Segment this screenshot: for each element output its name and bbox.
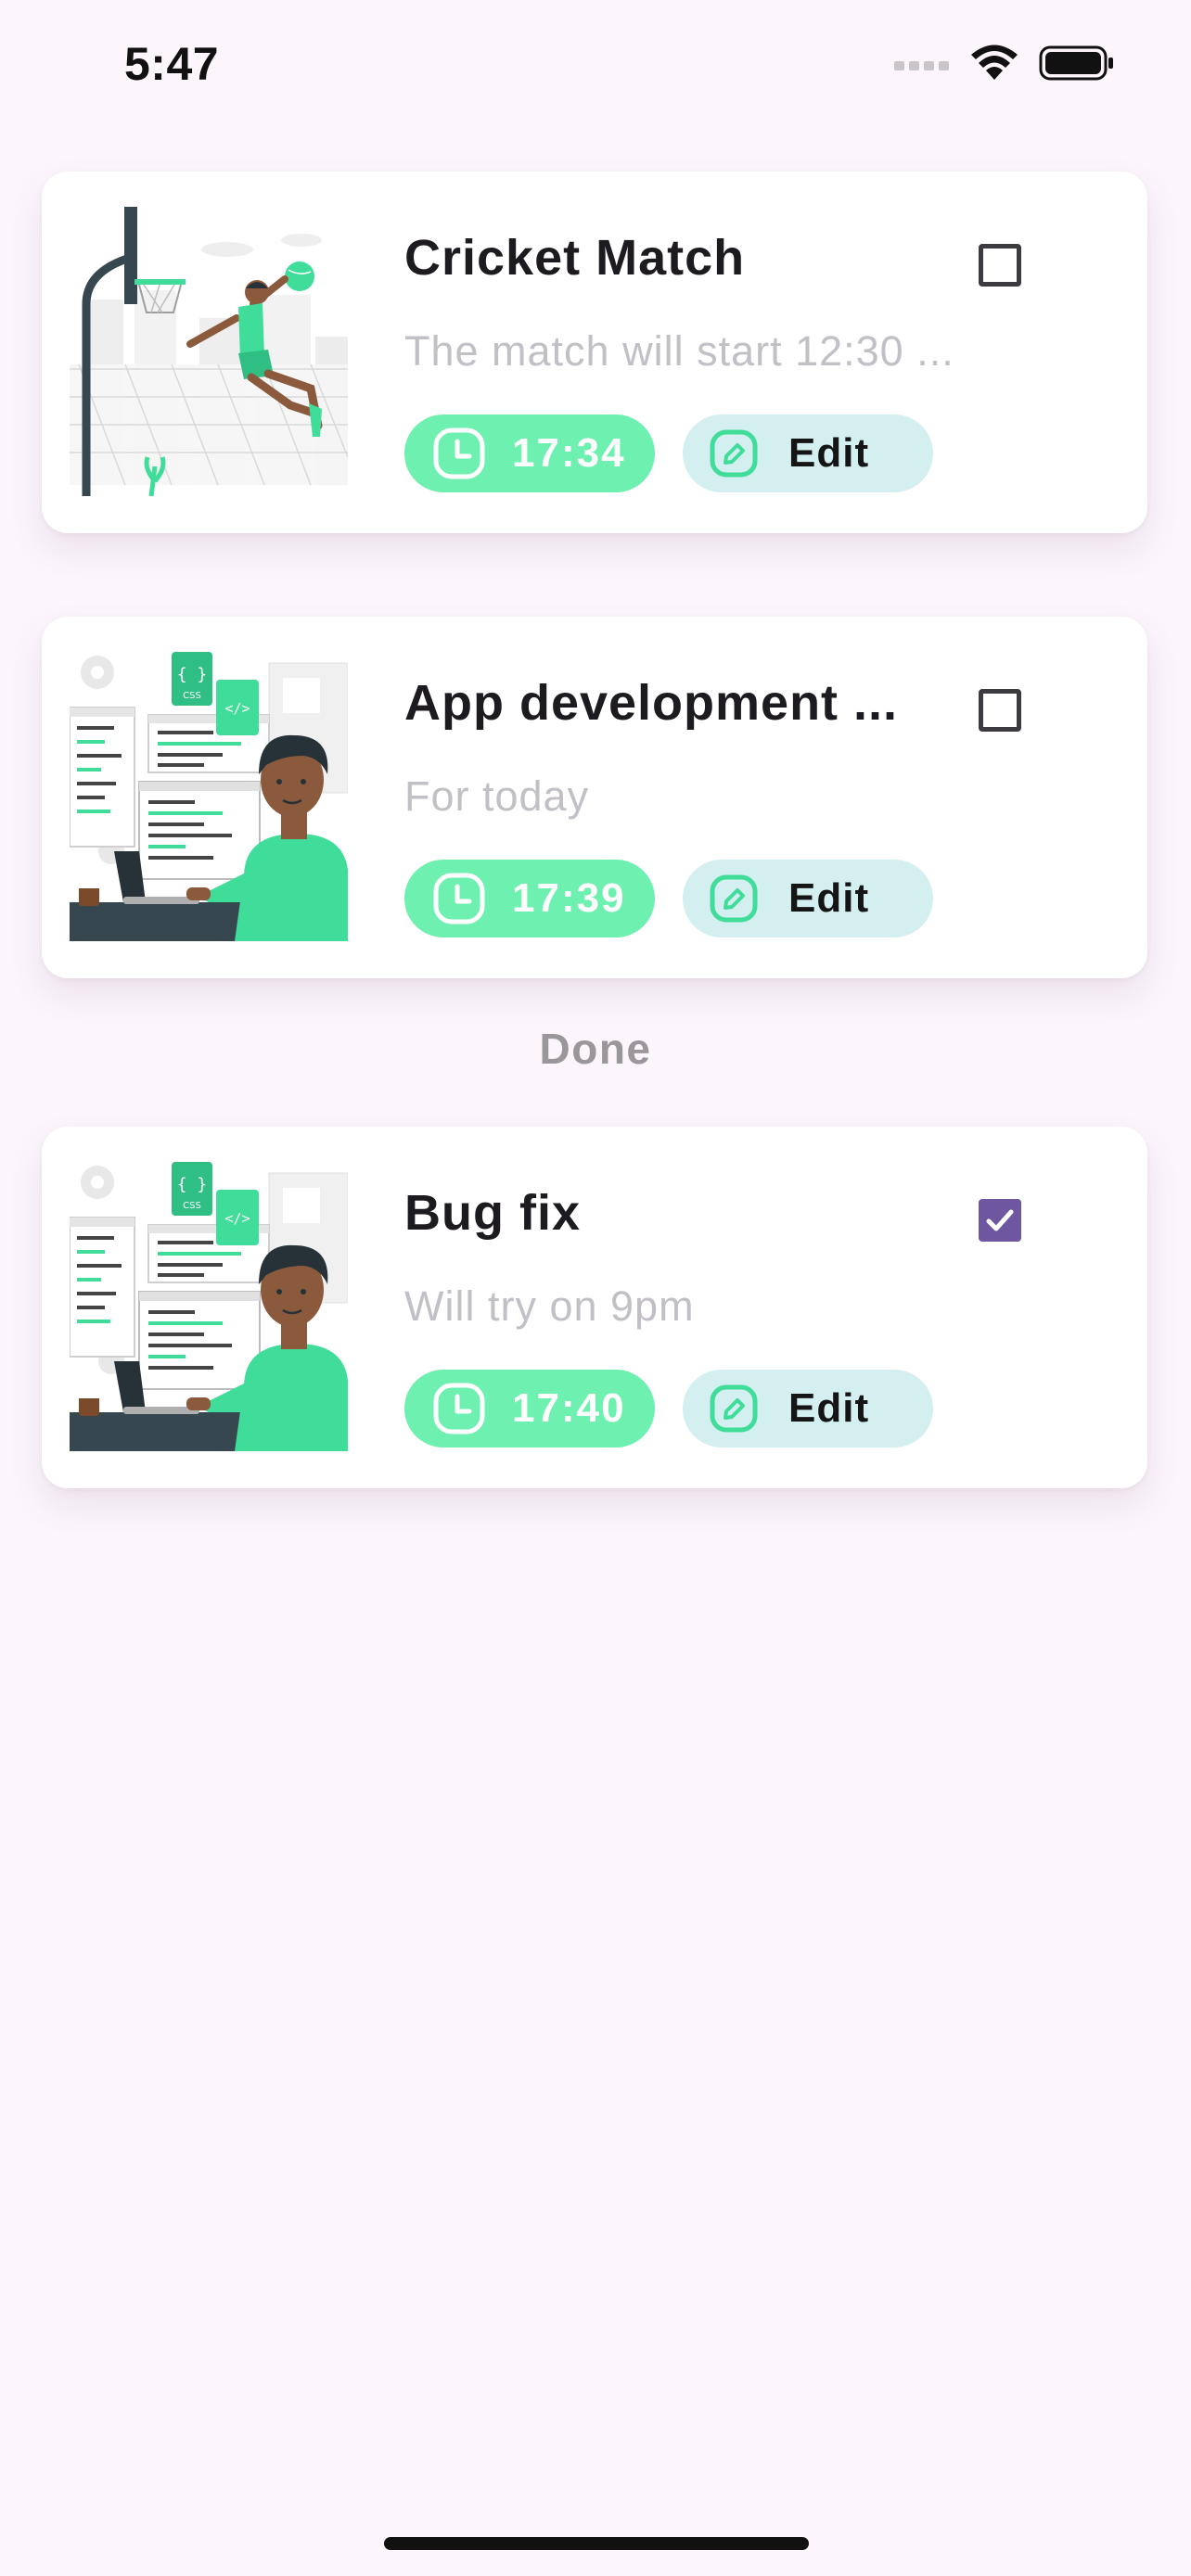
- task-card[interactable]: Bug fix Will try on 9pm 17:40 Edit: [42, 1127, 1147, 1488]
- task-checkbox-checked[interactable]: [979, 1199, 1021, 1242]
- edit-button-label: Edit: [788, 430, 870, 476]
- task-description: For today: [404, 772, 590, 820]
- time-chip-label: 17:39: [512, 875, 626, 921]
- time-chip-label: 17:34: [512, 430, 626, 476]
- edit-icon: [710, 874, 758, 923]
- time-chip-label: 17:40: [512, 1385, 626, 1431]
- task-checkbox[interactable]: [979, 689, 1021, 732]
- status-bar: 5:47: [0, 0, 1191, 130]
- task-title: App development ...: [404, 675, 899, 731]
- time-chip[interactable]: 17:34: [404, 414, 655, 492]
- task-title: Bug fix: [404, 1185, 581, 1241]
- developer-at-laptop-illustration: [70, 652, 348, 941]
- task-checkbox[interactable]: [979, 244, 1021, 287]
- basketball-player-illustration: [70, 207, 348, 496]
- edit-button[interactable]: Edit: [683, 1370, 933, 1447]
- done-section-header: Done: [539, 1025, 652, 1073]
- edit-icon: [710, 429, 758, 478]
- task-card[interactable]: Cricket Match The match will start 12:30…: [42, 172, 1147, 533]
- home-indicator[interactable]: [384, 2537, 809, 2550]
- clock-icon: [433, 873, 485, 925]
- developer-at-laptop-illustration: [70, 1162, 348, 1451]
- edit-button-label: Edit: [788, 1385, 870, 1431]
- task-card[interactable]: App development ... For today 17:39 Edit: [42, 617, 1147, 978]
- edit-icon: [710, 1384, 758, 1433]
- task-description: The match will start 12:30 ...: [404, 327, 954, 375]
- cellular-signal-icon: [894, 61, 949, 70]
- status-icons: [894, 45, 1115, 82]
- edit-button[interactable]: Edit: [683, 414, 933, 492]
- edit-button[interactable]: Edit: [683, 860, 933, 937]
- status-time: 5:47: [124, 38, 220, 90]
- clock-icon: [433, 1383, 485, 1435]
- task-title: Cricket Match: [404, 230, 746, 286]
- wifi-icon: [971, 45, 1018, 80]
- time-chip[interactable]: 17:39: [404, 860, 655, 937]
- battery-icon: [1039, 45, 1113, 81]
- edit-button-label: Edit: [788, 875, 870, 921]
- checkmark-icon: [986, 1209, 1014, 1231]
- time-chip[interactable]: 17:40: [404, 1370, 655, 1447]
- task-description: Will try on 9pm: [404, 1282, 695, 1330]
- clock-icon: [433, 427, 485, 479]
